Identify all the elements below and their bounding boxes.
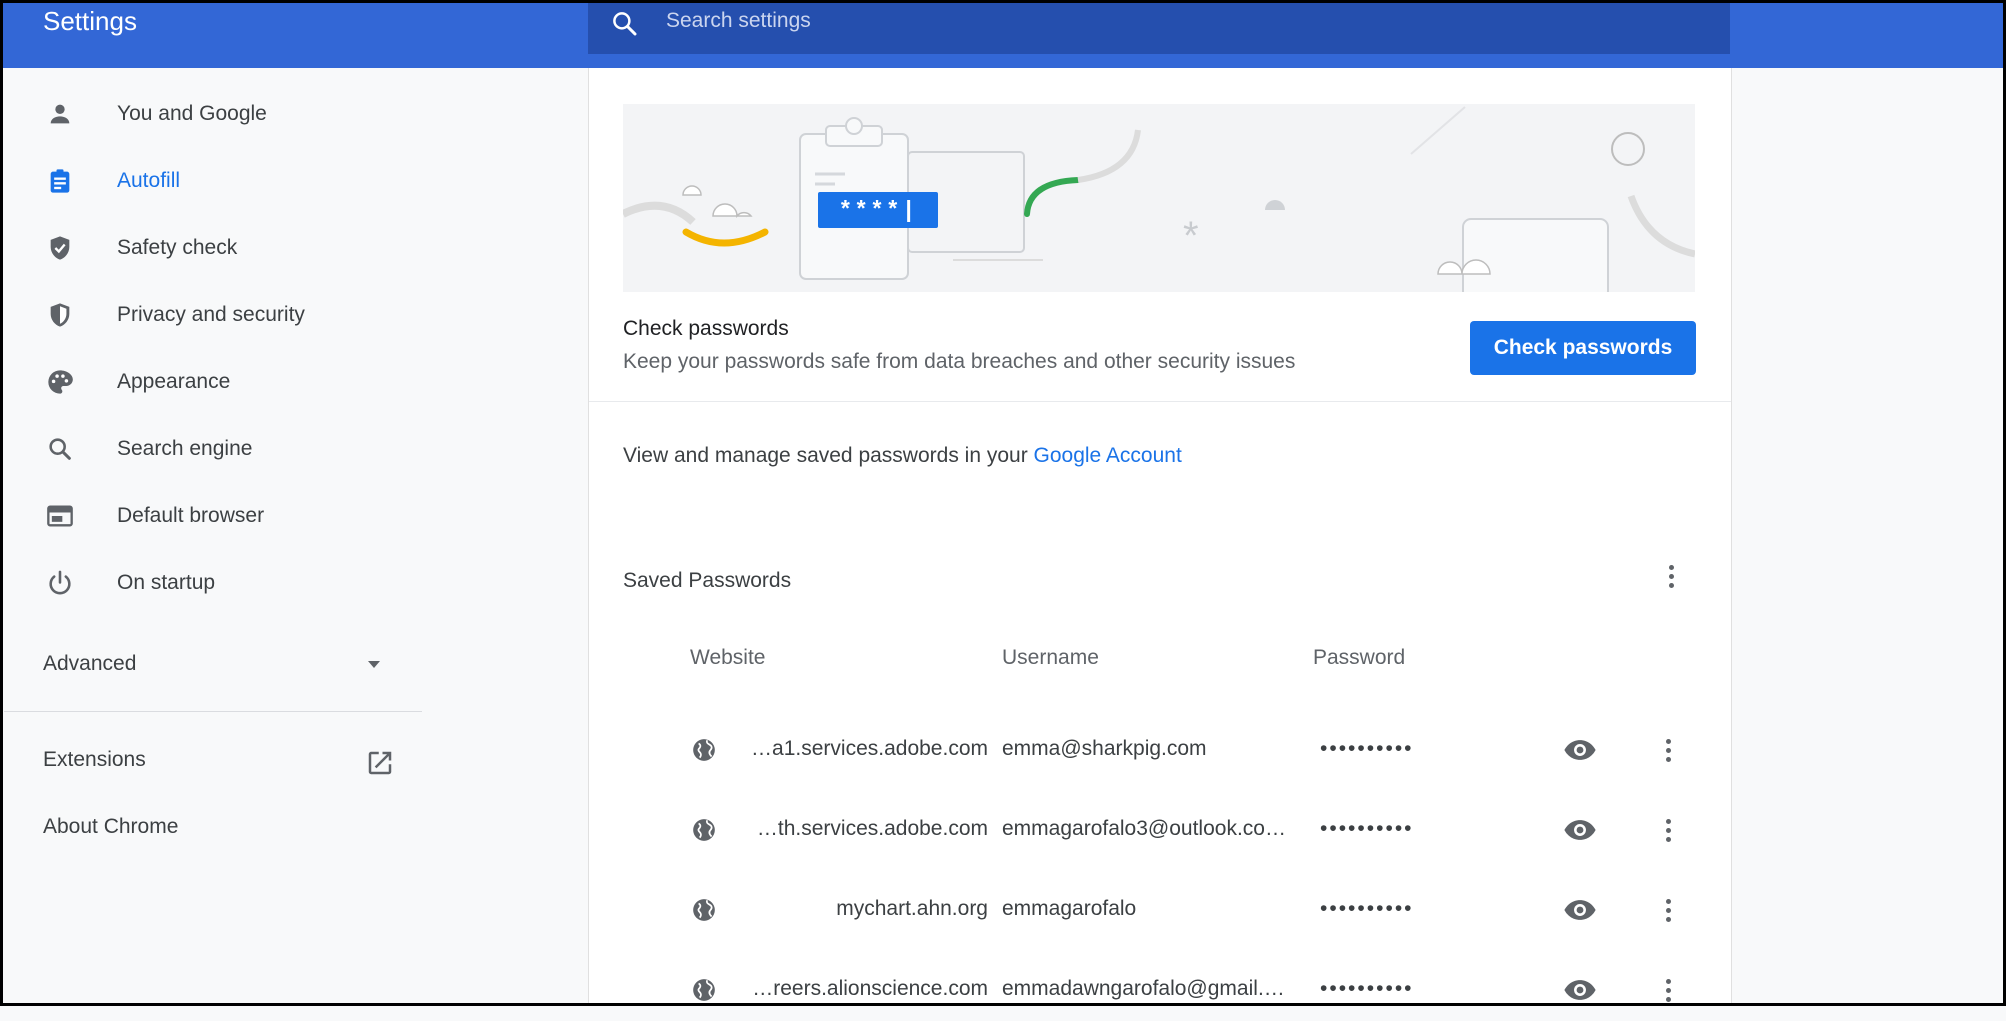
password-row-password: •••••••••• xyxy=(1320,737,1414,760)
sidebar-item-search-engine[interactable]: Search engine xyxy=(40,424,560,474)
globe-icon xyxy=(693,819,715,841)
password-row-more-button[interactable] xyxy=(1653,815,1683,845)
show-password-icon[interactable] xyxy=(1563,815,1597,845)
chevron-down-icon xyxy=(368,661,380,668)
password-row-username: emmagarofalo xyxy=(1002,897,1137,920)
palette-icon xyxy=(40,362,80,402)
password-row-more-button[interactable] xyxy=(1653,975,1683,1005)
sidebar-item-default-browser[interactable]: Default browser xyxy=(40,491,560,541)
password-row-password: •••••••••• xyxy=(1320,817,1414,840)
show-password-icon[interactable] xyxy=(1563,975,1597,1005)
sidebar-item-label: Appearance xyxy=(117,370,231,393)
saved-passwords-title: Saved Passwords xyxy=(623,569,792,592)
column-header-password: Password xyxy=(1313,646,1406,669)
sidebar-item-safety-check[interactable]: Safety check xyxy=(40,223,560,273)
sidebar-item-label: Default browser xyxy=(117,504,265,527)
show-password-icon[interactable] xyxy=(1563,895,1597,925)
extensions-label: Extensions xyxy=(43,748,146,771)
password-row-website: mychart.ahn.org xyxy=(836,897,988,920)
sidebar-item-label: Safety check xyxy=(117,236,238,259)
password-row: …th.services.adobe.com emmagarofalo3@out… xyxy=(589,801,1731,861)
globe-icon xyxy=(693,739,715,761)
sidebar-item-privacy-and-security[interactable]: Privacy and security xyxy=(40,290,560,340)
password-row-password: •••••••••• xyxy=(1320,897,1414,920)
person-icon xyxy=(40,94,80,134)
sidebar-item-label: You and Google xyxy=(117,102,267,125)
manage-passwords-text: View and manage saved passwords in your … xyxy=(623,444,1182,468)
sidebar-item-extensions[interactable]: Extensions xyxy=(43,748,393,780)
password-row-password: •••••••••• xyxy=(1320,977,1414,1000)
check-passwords-illustration: ****| * xyxy=(623,104,1695,292)
search-icon xyxy=(613,12,637,36)
password-row-username: emma@sharkpig.com xyxy=(1002,737,1207,760)
sidebar-item-autofill[interactable]: Autofill xyxy=(40,156,560,206)
sidebar-advanced[interactable]: Advanced xyxy=(43,647,389,681)
autofill-passwords-card: ****| * Check passwords Keep your passwo… xyxy=(588,68,1732,1006)
check-passwords-button[interactable]: Check passwords xyxy=(1470,321,1696,375)
password-row-website: …th.services.adobe.com xyxy=(756,817,988,840)
google-account-link[interactable]: Google Account xyxy=(1034,444,1182,467)
clipboard-icon xyxy=(40,161,80,201)
search-placeholder: Search settings xyxy=(666,9,811,32)
power-icon xyxy=(40,563,80,603)
password-row-more-button[interactable] xyxy=(1653,735,1683,765)
saved-passwords-more-button[interactable] xyxy=(1656,561,1686,591)
section-divider xyxy=(589,401,1731,402)
column-header-username: Username xyxy=(1002,646,1099,669)
sidebar-item-label: Search engine xyxy=(117,437,253,460)
sidebar-divider xyxy=(4,711,422,712)
show-password-icon[interactable] xyxy=(1563,735,1597,765)
sidebar-item-about-chrome[interactable]: About Chrome xyxy=(43,815,178,839)
advanced-label: Advanced xyxy=(43,652,137,675)
check-passwords-title: Check passwords xyxy=(623,317,789,340)
app-title: Settings xyxy=(43,6,137,36)
password-row-more-button[interactable] xyxy=(1653,895,1683,925)
column-header-website: Website xyxy=(690,646,766,669)
sidebar-item-on-startup[interactable]: On startup xyxy=(40,558,560,608)
password-row-username: emmagarofalo3@outlook.co… xyxy=(1002,817,1286,840)
open-in-new-icon xyxy=(368,751,392,775)
password-row: …a1.services.adobe.com emma@sharkpig.com… xyxy=(589,721,1731,781)
sidebar-item-label: Privacy and security xyxy=(117,303,305,326)
globe-icon xyxy=(693,979,715,1001)
search-icon xyxy=(40,429,80,469)
password-row-username: emmadawngarofalo@gmail.… xyxy=(1002,977,1285,1000)
password-row: mychart.ahn.org emmagarofalo •••••••••• xyxy=(589,881,1731,941)
globe-icon xyxy=(693,899,715,921)
shield-icon xyxy=(40,295,80,335)
password-row: …reers.alionscience.com emmadawngarofalo… xyxy=(589,961,1731,1021)
banner-password-mask: ****| xyxy=(838,198,917,224)
search-input[interactable]: Search settings xyxy=(588,0,1730,54)
check-passwords-subtitle: Keep your passwords safe from data breac… xyxy=(623,350,1296,373)
browser-icon xyxy=(40,496,80,536)
sidebar-item-label: Autofill xyxy=(117,169,181,192)
sidebar-item-you-and-google[interactable]: You and Google xyxy=(40,89,560,139)
password-row-website: …a1.services.adobe.com xyxy=(751,737,988,760)
shield-check-icon xyxy=(40,228,80,268)
svg-text:*: * xyxy=(1183,214,1199,258)
password-row-website: …reers.alionscience.com xyxy=(752,977,988,1000)
sidebar-item-appearance[interactable]: Appearance xyxy=(40,357,560,407)
header-bar: Settings Search settings xyxy=(0,0,2006,68)
manage-passwords-prefix: View and manage saved passwords in your xyxy=(623,444,1034,467)
sidebar-item-label: On startup xyxy=(117,571,216,594)
